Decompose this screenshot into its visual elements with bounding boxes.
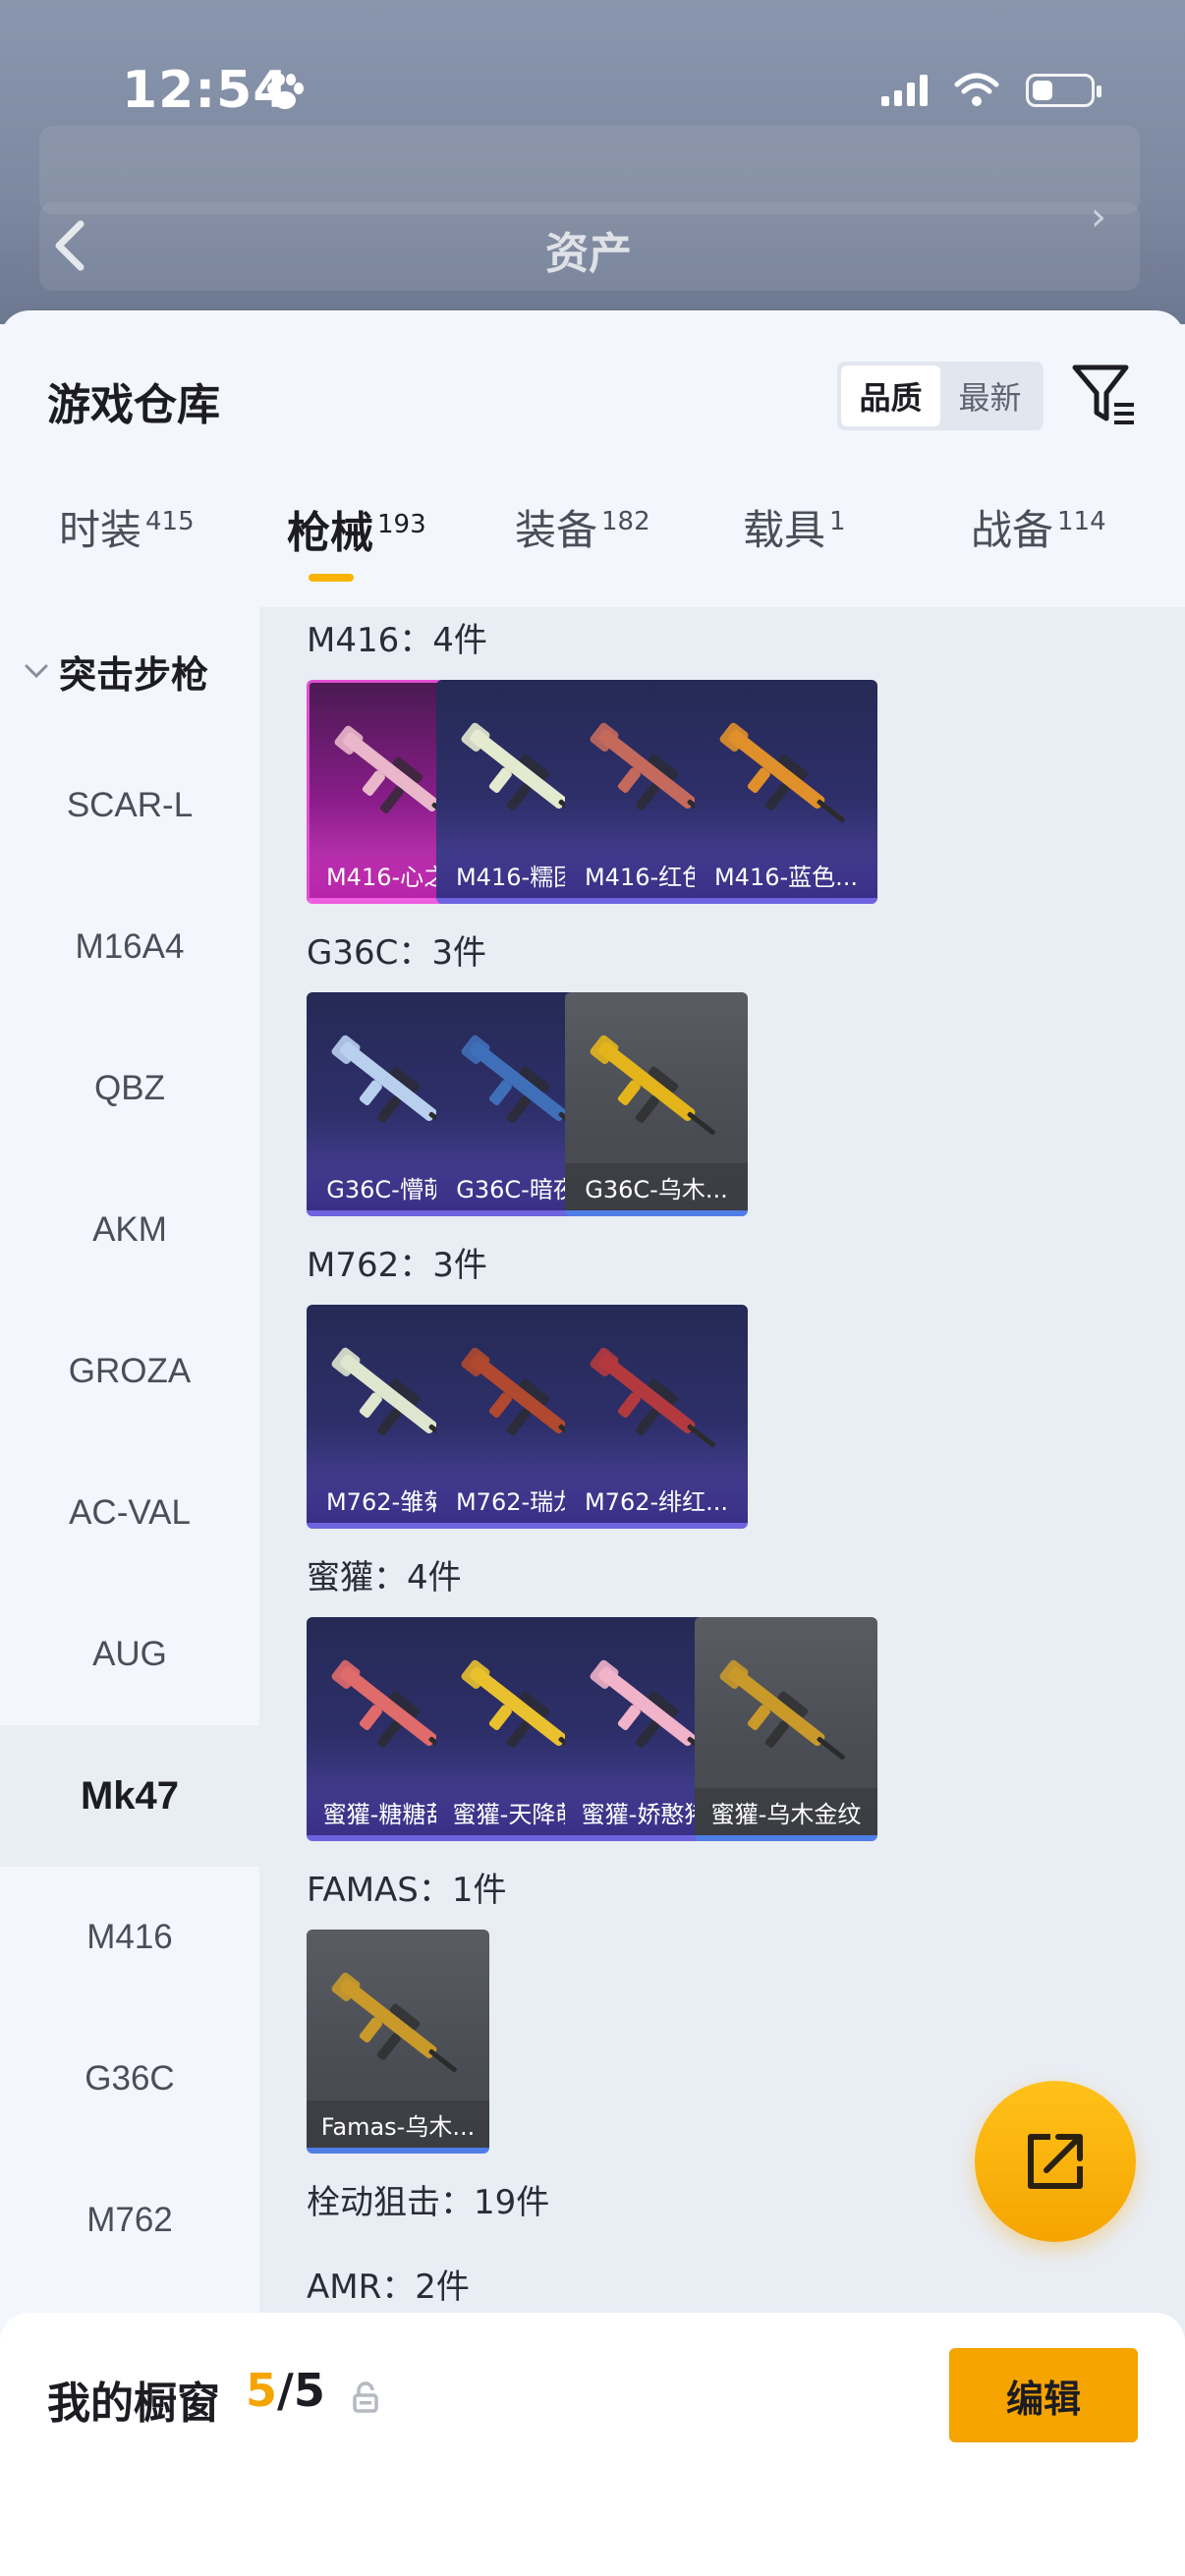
- sidebar-item-qbz[interactable]: QBZ: [0, 1018, 259, 1159]
- tab-label: 装备: [515, 506, 598, 554]
- sidebar-item-ac-val[interactable]: AC-VAL: [0, 1442, 259, 1584]
- tab-count: 182: [601, 507, 650, 536]
- sidebar-item-m16a4[interactable]: M16A4: [0, 876, 259, 1018]
- sort-toggle: 品质 最新: [837, 362, 1044, 430]
- sidebar-category-assault-rifle[interactable]: 突击步枪: [0, 607, 259, 735]
- battery-icon: [1026, 74, 1101, 107]
- group-label: 蜜獾：4件: [307, 1558, 462, 1597]
- weapon-card[interactable]: Famas-乌木...: [307, 1930, 489, 2154]
- sidebar-item-scar-l[interactable]: SCAR-L: [0, 735, 259, 876]
- group-label: M762：3件: [307, 1246, 487, 1285]
- tab-fashion[interactable]: 时装 415: [59, 497, 195, 605]
- showcase-total: 5: [293, 2364, 325, 2417]
- rifle-icon: [590, 1347, 715, 1448]
- tab-supplies[interactable]: 战备 114: [971, 497, 1106, 605]
- paw-icon: [267, 74, 304, 109]
- group-label: FAMAS：1件: [307, 1871, 507, 1910]
- rifle-icon: [719, 722, 845, 823]
- tab-count: 1: [829, 507, 846, 536]
- sidebar-item-groza[interactable]: GROZA: [0, 1301, 259, 1442]
- weapon-card[interactable]: G36C-乌木...: [565, 992, 748, 1216]
- sidebar-item-g36c[interactable]: G36C: [0, 2008, 259, 2150]
- rifle-icon: [590, 1035, 715, 1136]
- signal-icon: [881, 75, 928, 106]
- tab-equipment[interactable]: 装备 182: [515, 497, 650, 605]
- weapon-card-name: M762-绯红...: [565, 1476, 748, 1523]
- status-icons: [881, 73, 1101, 108]
- weapon-card-name: G36C-乌木...: [565, 1163, 748, 1210]
- tab-label: 载具: [743, 506, 826, 554]
- group-label: M416：4件: [307, 621, 487, 660]
- sort-option-newest[interactable]: 最新: [940, 365, 1040, 426]
- tab-count: 114: [1057, 507, 1106, 536]
- weapon-card[interactable]: 蜜獾-乌木金纹: [695, 1617, 877, 1841]
- tab-count: 415: [145, 507, 195, 536]
- group-label: AMR：2件: [307, 2268, 470, 2307]
- sidebar-category-label: 突击步枪: [59, 652, 209, 697]
- weapon-card[interactable]: M762-绯红...: [565, 1305, 748, 1529]
- tab-label: 战备: [971, 506, 1054, 554]
- back-arrow-icon[interactable]: [43, 216, 102, 275]
- sheet-title: 游戏仓库: [47, 380, 220, 430]
- tab-firearms[interactable]: 枪械 193: [287, 497, 426, 605]
- weapon-card-name: Famas-乌木...: [307, 2100, 489, 2148]
- showcase-label: 我的橱窗: [47, 2379, 220, 2429]
- edit-button[interactable]: 编辑: [949, 2348, 1138, 2442]
- sidebar-item-m416[interactable]: M416: [0, 1867, 259, 2008]
- sort-option-quality[interactable]: 品质: [841, 365, 940, 426]
- weapon-card-name: 蜜獾-乌木金纹: [695, 1788, 877, 1835]
- share-button[interactable]: [975, 2081, 1136, 2242]
- group-label: G36C：3件: [307, 933, 486, 973]
- tab-count: 193: [377, 510, 426, 539]
- backdrop-band: [39, 126, 1140, 214]
- page-title: 资产: [545, 229, 632, 279]
- rifle-icon: [719, 1659, 845, 1761]
- active-tab-underline: [309, 574, 354, 582]
- showcase-count: 5/5: [246, 2364, 325, 2417]
- sidebar-item-aug[interactable]: AUG: [0, 1584, 259, 1725]
- weapon-grid: M416：4件 G36C：3件 M762：3件 蜜獾：4件 FAMAS：1件 栓…: [259, 607, 1185, 2336]
- sidebar-item-m762[interactable]: M762: [0, 2150, 259, 2291]
- chevron-right-icon: ›: [1091, 195, 1106, 240]
- category-tabs: 时装 415 枪械 193 装备 182 载具 1 战备 114: [0, 497, 1185, 605]
- sidebar-item-mk47[interactable]: Mk47: [0, 1725, 259, 1867]
- share-icon: [1028, 2134, 1083, 2189]
- tab-label: 时装: [59, 506, 142, 554]
- tab-vehicles[interactable]: 载具 1: [743, 497, 846, 605]
- lock-icon: [353, 2381, 378, 2413]
- sidebar-item-akm[interactable]: AKM: [0, 1159, 259, 1301]
- chevron-down-icon: [25, 664, 48, 679]
- wifi-icon: [954, 73, 999, 106]
- filter-icon[interactable]: [1071, 360, 1138, 428]
- showcase-bar: 我的橱窗 5/5 编辑: [0, 2313, 1185, 2576]
- warehouse-sheet: 游戏仓库 品质 最新 时装 415 枪械 193 装备 182 载具 1 战备 114: [0, 310, 1185, 2576]
- group-label: 栓动狙击：19件: [307, 2183, 550, 2222]
- rifle-icon: [331, 1972, 457, 2073]
- weapon-sidebar: 突击步枪 SCAR-L M16A4 QBZ AKM GROZA AC-VAL A…: [0, 607, 259, 2336]
- weapon-card-name: M416-蓝色...: [695, 851, 877, 898]
- tab-label: 枪械: [287, 508, 373, 558]
- showcase-separator: /: [277, 2364, 294, 2417]
- showcase-current: 5: [246, 2364, 278, 2417]
- weapon-card[interactable]: M416-蓝色...: [695, 680, 877, 904]
